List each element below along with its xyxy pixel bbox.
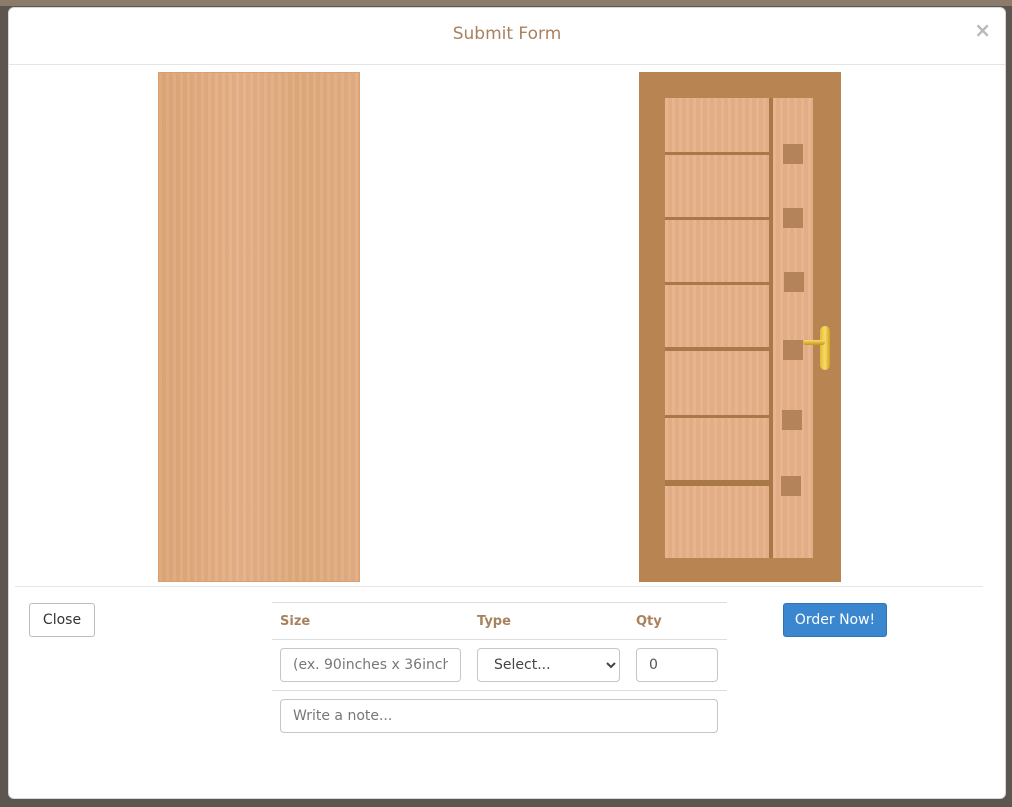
- door-inner-frame: [665, 98, 813, 558]
- door-slat: [665, 418, 769, 480]
- qty-input[interactable]: [636, 648, 718, 682]
- door-slat: [665, 351, 769, 415]
- panel-door-image: [639, 72, 841, 582]
- close-button[interactable]: Close: [29, 603, 95, 637]
- close-icon[interactable]: ×: [974, 20, 991, 40]
- size-input[interactable]: [280, 648, 461, 682]
- type-select[interactable]: Select...: [477, 648, 620, 682]
- divider: [15, 586, 983, 587]
- modal-header: Submit Form ×: [9, 8, 1005, 65]
- door-inlay-square: [783, 208, 803, 228]
- order-now-button[interactable]: Order Now!: [783, 603, 887, 637]
- type-header: Type: [477, 614, 511, 629]
- door-stile: [773, 98, 813, 558]
- door-slat: [665, 486, 769, 558]
- door-lever-icon: [803, 340, 825, 345]
- door-slat: [665, 220, 769, 282]
- door-slat: [665, 98, 769, 152]
- size-header: Size: [280, 614, 311, 629]
- table-row-note: [272, 691, 727, 741]
- order-table: Size Type Qty Select...: [272, 602, 727, 741]
- door-slat: [665, 155, 769, 217]
- qty-header: Qty: [636, 614, 662, 629]
- page-backdrop: [0, 0, 1012, 6]
- table-header-row: Size Type Qty: [272, 602, 727, 640]
- door-handle-icon: [820, 326, 830, 370]
- door-slats: [665, 98, 769, 558]
- door-inlay-square: [783, 340, 803, 360]
- door-inlay-square: [781, 476, 801, 496]
- door-inlay-square: [782, 410, 802, 430]
- note-input[interactable]: [280, 699, 718, 733]
- door-inlay-square: [783, 144, 803, 164]
- door-inlay-square: [784, 272, 804, 292]
- modal-title: Submit Form: [452, 24, 562, 44]
- flush-door-image: [158, 72, 360, 582]
- door-slat: [665, 285, 769, 347]
- table-row: Select...: [272, 640, 727, 691]
